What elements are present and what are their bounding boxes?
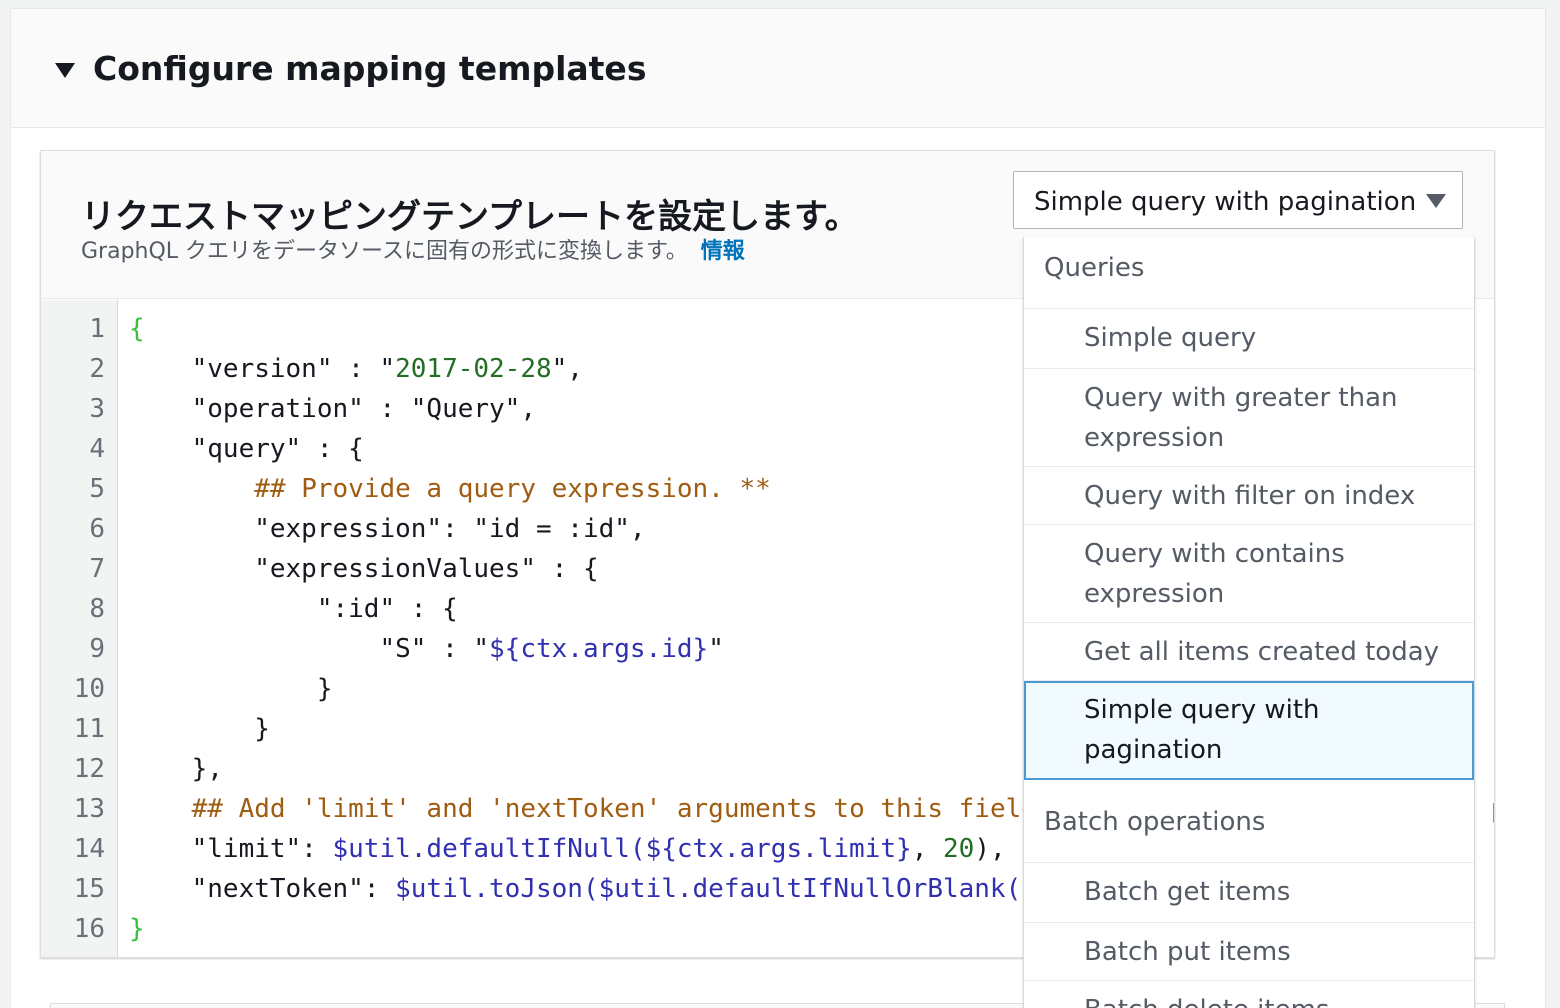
line-number: 8	[89, 594, 105, 624]
line-number: 7	[89, 554, 105, 584]
info-link[interactable]: 情報	[701, 239, 745, 264]
line-number: 2	[89, 354, 105, 384]
code-line: }	[129, 714, 270, 744]
caret-down-icon[interactable]	[55, 63, 75, 78]
option-batch-delete[interactable]: Batch delete items	[1024, 981, 1474, 1008]
option-query-filter-index[interactable]: Query with filter on index	[1024, 467, 1474, 525]
code-line: "expression": "id = :id",	[129, 514, 646, 544]
code-line: "S" : "${ctx.args.id}"	[129, 634, 724, 664]
option-label: Query with filter on index	[1084, 481, 1416, 511]
page: Configure mapping templates リクエストマッピングテン…	[0, 0, 1560, 1008]
option-label: Simple query with pagination	[1084, 695, 1320, 765]
group-label-queries: Queries	[1044, 253, 1145, 283]
code-line: "query" : {	[129, 434, 364, 464]
line-number: 13	[73, 794, 105, 824]
code-line: },	[129, 754, 223, 784]
code-line: "limit": $util.defaultIfNull(${ctx.args.…	[129, 834, 1006, 864]
code-line: ## Provide a query expression. **	[254, 474, 771, 504]
code-line: }	[129, 674, 333, 704]
option-batch-put[interactable]: Batch put items	[1024, 923, 1474, 981]
code-line: "expressionValues" : {	[129, 554, 599, 584]
option-label: Simple query	[1084, 323, 1257, 353]
group-label-batch: Batch operations	[1044, 807, 1266, 837]
template-select[interactable]: Simple query with pagination	[1013, 171, 1463, 229]
code-line: "operation" : "Query",	[129, 394, 536, 424]
code-line: "nextToken": $util.toJson($util.defaultI…	[129, 874, 1022, 904]
section-title: Configure mapping templates	[93, 49, 647, 88]
option-label: Batch put items	[1084, 937, 1291, 967]
code-line: }	[129, 914, 145, 944]
line-number: 9	[89, 634, 105, 664]
line-number: 6	[89, 514, 105, 544]
line-number: 15	[73, 874, 105, 904]
option-items-created-today[interactable]: Get all items created today	[1024, 623, 1474, 681]
option-query-greater-than[interactable]: Query with greater than expression	[1024, 369, 1474, 467]
line-number: 5	[89, 474, 105, 504]
option-label: Query with contains expression	[1084, 539, 1345, 609]
caret-down-icon	[1426, 194, 1446, 208]
option-simple-query[interactable]: Simple query	[1024, 309, 1474, 369]
option-query-contains[interactable]: Query with contains expression	[1024, 525, 1474, 623]
option-label: Batch get items	[1084, 877, 1291, 907]
code-line: ":id" : {	[129, 594, 458, 624]
template-select-value: Simple query with pagination	[1034, 187, 1417, 217]
line-number: 16	[73, 914, 105, 944]
code-line: "version" : "2017-02-28",	[129, 354, 583, 384]
template-dropdown-list: Queries Simple query Query with greater …	[1023, 237, 1475, 1008]
line-number: 10	[73, 674, 105, 704]
option-simple-query-pagination[interactable]: Simple query with pagination	[1024, 681, 1474, 780]
option-label: Batch delete items	[1084, 990, 1454, 1008]
line-number: 12	[73, 754, 105, 784]
line-number: 11	[73, 714, 105, 744]
section-header[interactable]: Configure mapping templates	[11, 9, 1545, 128]
panel-description-text: GraphQL クエリをデータソースに固有の形式に変換します。	[81, 239, 688, 264]
line-number: 14	[73, 834, 105, 864]
line-number: 4	[89, 434, 105, 464]
option-label: Get all items created today	[1084, 637, 1440, 667]
line-number: 3	[89, 394, 105, 424]
panel-title: リクエストマッピングテンプレートを設定します。	[81, 197, 859, 237]
code-line: {	[129, 314, 145, 344]
panel-description: GraphQL クエリをデータソースに固有の形式に変換します。 情報	[81, 233, 745, 265]
editor-gutter: 1 2 3 4 5 6 7 8 9 10 11 12 13 14 15 16	[41, 300, 118, 957]
option-label: Query with greater than expression	[1084, 383, 1398, 453]
option-batch-get[interactable]: Batch get items	[1024, 863, 1474, 923]
line-number: 1	[89, 314, 105, 344]
